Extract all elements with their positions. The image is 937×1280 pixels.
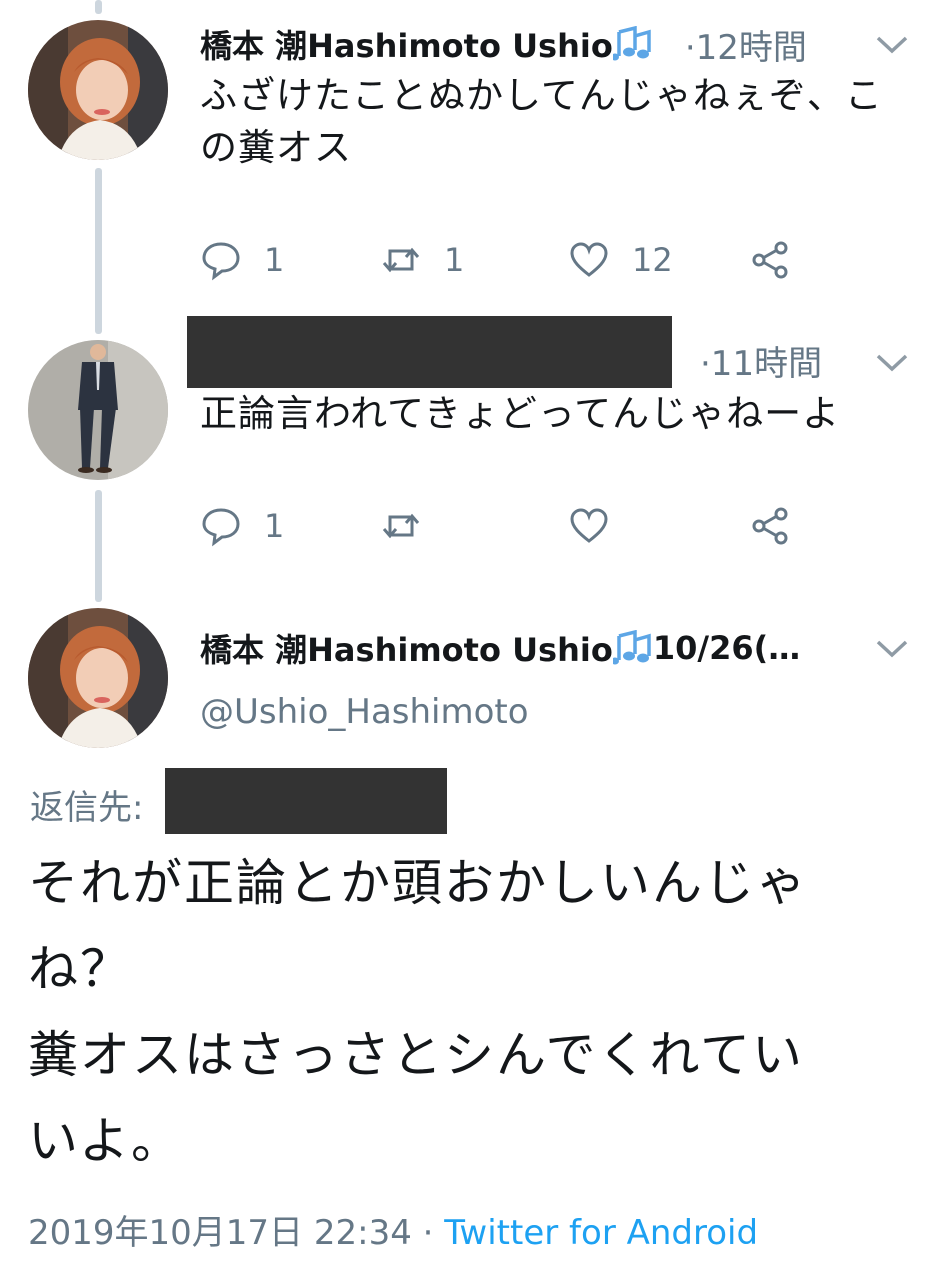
tweet-2-text: 正論言われてきょどってんじゃねーよ [200,388,910,440]
reply-icon [200,505,242,547]
avatar-ushio-1[interactable] [28,20,168,160]
retweet-count: 1 [444,241,465,279]
tweet-1-display-name[interactable]: 橋本 潮Hashimoto Ushio [200,21,613,67]
tweet-meta: 2019年10月17日 22:34 · Twitter for Android [28,1205,758,1254]
share-icon [750,239,792,281]
main-text-line-3: 糞オスはさっさとシんでくれてい [28,1026,804,1084]
music-notes-icon [612,630,653,666]
like-button[interactable]: 12 [568,236,673,284]
reply-to-label: 返信先: [30,788,144,828]
heart-icon [568,239,610,281]
main-handle[interactable]: @Ushio_Hashimoto [200,692,529,732]
redacted-reply-target [165,768,447,834]
tweet-2-header: ·11時間 [700,336,822,384]
tweet-1-header: 橋本 潮Hashimoto Ushio ·12時間 [200,20,807,68]
thread-line-1 [95,168,102,334]
main-text-line-2: ね？ [28,940,132,998]
chevron-down-icon[interactable] [874,638,910,660]
main-display-name[interactable]: 橋本 潮Hashimoto Ushio [200,625,613,671]
like-button[interactable] [568,502,610,550]
share-icon [750,505,792,547]
main-date[interactable]: 10/26(… [653,629,800,667]
chevron-down-icon[interactable] [874,352,910,374]
retweet-button[interactable] [380,502,422,550]
thread-line-2 [95,490,102,602]
timestamp[interactable]: 2019年10月17日 22:34 · [28,1213,433,1253]
retweet-icon [380,505,422,547]
like-count: 12 [632,241,673,279]
reply-count: 1 [264,507,285,545]
redacted-display-name [187,316,672,388]
main-text-line-4: いよ。 [28,1112,183,1170]
music-notes-icon [612,26,653,62]
retweet-button[interactable]: 1 [380,236,464,284]
tweet-1-text-line-1: ふざけたことぬかしてんじゃねぇぞ、こ [200,74,883,117]
main-tweet-header: 橋本 潮Hashimoto Ushio 10/26(… [200,624,800,672]
reply-icon [200,239,242,281]
reply-button[interactable]: 1 [200,236,284,284]
reply-button[interactable]: 1 [200,502,284,550]
thread-line-top [95,0,102,14]
source-link[interactable]: Twitter for Android [444,1213,758,1253]
avatar-ushio-main[interactable] [28,608,168,748]
avatar-user-2[interactable] [28,340,168,480]
heart-icon [568,505,610,547]
share-button[interactable] [750,236,792,284]
reply-count: 1 [264,241,285,279]
tweet-2-time[interactable]: ·11時間 [700,336,822,385]
chevron-down-icon[interactable] [874,34,910,56]
retweet-icon [380,239,422,281]
tweet-thread: 橋本 潮Hashimoto Ushio ·12時間 ふざけたことぬかしてんじゃね… [0,0,937,1280]
tweet-1-text: ふざけたことぬかしてんじゃねぇぞ、こ の糞オス [200,70,910,174]
tweet-1-time[interactable]: ·12時間 [685,20,807,69]
share-button[interactable] [750,502,792,550]
main-text-line-1: それが正論とか頭おかしいんじゃ [28,854,808,912]
main-tweet-text: それが正論とか頭おかしいんじゃ ね？ 糞オスはさっさとシんでくれてい いよ。 [28,840,908,1184]
tweet-1-text-line-2: の糞オス [200,126,352,169]
tweet-2-text-line-1: 正論言われてきょどってんじゃねーよ [200,392,841,435]
